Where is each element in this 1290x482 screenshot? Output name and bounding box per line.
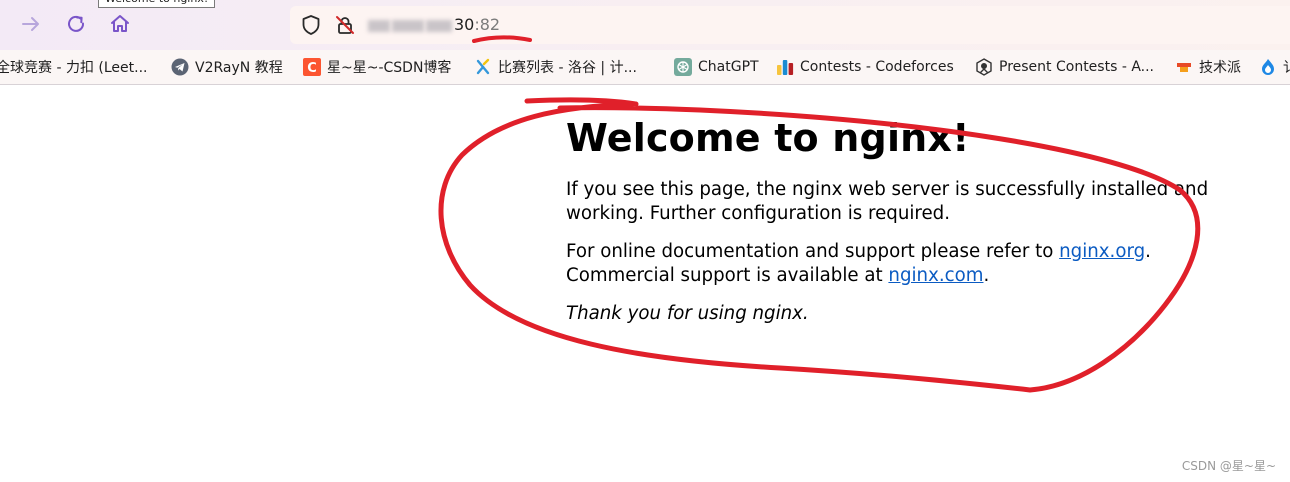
svg-text:C: C [307, 61, 317, 76]
blue-flame-icon [1262, 59, 1274, 75]
nginx-org-link[interactable]: nginx.org [1059, 241, 1145, 262]
docs-message: For online documentation and support ple… [566, 240, 1216, 288]
csdn-icon: C [303, 58, 321, 76]
luogu-icon [476, 58, 490, 75]
url-visible: 30 [454, 15, 475, 34]
bookmark-more[interactable]: 讠 [1259, 56, 1290, 78]
tab-tooltip: Welcome to nginx! [98, 0, 216, 8]
forward-button[interactable] [18, 11, 44, 37]
bookmark-label: V2RayN 教程 [195, 60, 283, 76]
bookmark-atcoder[interactable]: Present Contests - A... [975, 56, 1154, 78]
bookmark-label: ChatGPT [698, 59, 759, 75]
url-text[interactable]: 30:82 [368, 14, 500, 36]
telegram-icon [171, 58, 189, 76]
bookmark-label: Present Contests - A... [999, 59, 1155, 75]
bookmark-csdn[interactable]: C 星~星~-CSDN博客 [303, 56, 451, 78]
bookmark-label: 星~星~-CSDN博客 [327, 60, 452, 76]
shield-icon[interactable] [300, 14, 322, 36]
url-port: :82 [474, 15, 501, 34]
reload-icon [68, 15, 85, 32]
bookmark-label: 全球竞赛 - 力扣 (Leet... [0, 60, 148, 76]
bookmark-jishupai[interactable]: 技术派 [1175, 56, 1241, 78]
support-prefix: Commercial support is available at [566, 265, 889, 286]
redacted-host [426, 19, 452, 32]
thanks-text: Thank you for using nginx. [566, 303, 809, 324]
forward-arrow-icon [22, 17, 39, 31]
nginx-com-link[interactable]: nginx.com [888, 265, 983, 286]
browser-toolbar: Welcome to nginx! 30:82 [0, 0, 1290, 50]
chatgpt-icon [674, 58, 692, 76]
install-message: If you see this page, the nginx web serv… [566, 179, 1209, 224]
bookmark-codeforces[interactable]: Contests - Codeforces [776, 56, 954, 78]
bookmark-label: 技术派 [1199, 60, 1241, 76]
bookmark-v2rayn[interactable]: V2RayN 教程 [171, 56, 283, 78]
docs-prefix: For online documentation and support ple… [566, 241, 1060, 262]
insecure-lock-icon[interactable] [334, 14, 356, 36]
atcoder-icon [976, 58, 992, 76]
jishupai-icon [1177, 63, 1191, 72]
bookmarks-bar: 全球竞赛 - 力扣 (Leet... V2RayN 教程 C 星~星~-CSDN… [0, 50, 1290, 85]
nginx-welcome-page: Welcome to nginx! If you see this page, … [566, 112, 1216, 326]
reload-button[interactable] [63, 11, 89, 37]
bookmark-leetcode[interactable]: 全球竞赛 - 力扣 (Leet... [0, 56, 147, 78]
thanks-message: Thank you for using nginx. [566, 302, 1216, 326]
bookmark-luogu[interactable]: 比赛列表 - 洛谷 | 计... [474, 56, 637, 78]
bookmark-label: 讠 [1283, 57, 1290, 77]
home-icon [111, 15, 129, 32]
page-heading: Welcome to nginx! [566, 116, 970, 160]
bookmark-label: Contests - Codeforces [800, 59, 954, 75]
bookmark-label: 比赛列表 - 洛谷 | 计... [498, 60, 637, 76]
home-button[interactable] [107, 11, 133, 37]
address-bar[interactable]: 30:82 [290, 6, 1290, 44]
redacted-host [392, 19, 424, 32]
bookmark-chatgpt[interactable]: ChatGPT [674, 56, 759, 78]
codeforces-icon [777, 60, 794, 75]
docs-period: . [1145, 241, 1151, 262]
redacted-host [368, 19, 390, 32]
csdn-watermark: CSDN @星~星~ [1181, 459, 1276, 473]
support-period: . [983, 265, 990, 286]
